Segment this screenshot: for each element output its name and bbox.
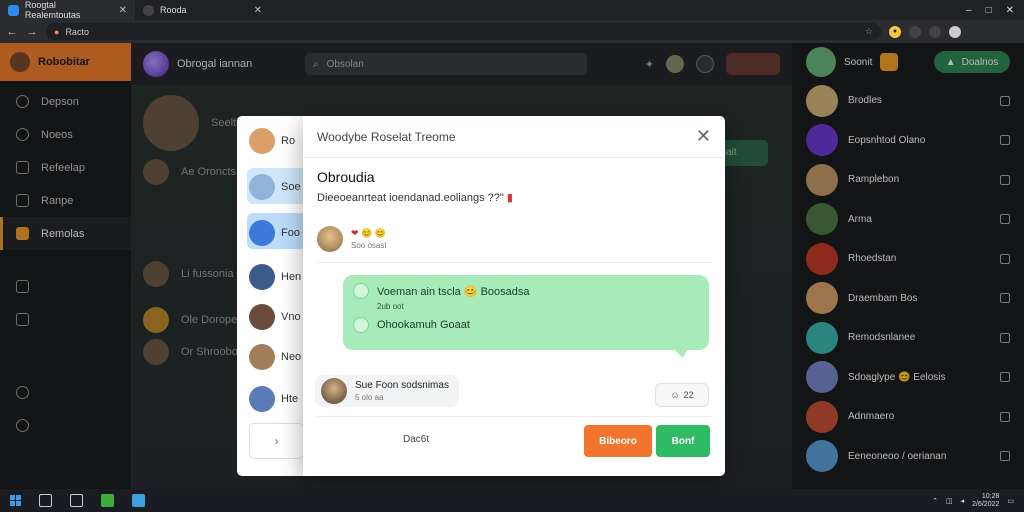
app-icon[interactable] bbox=[101, 494, 114, 507]
conversation-row[interactable]: Hen bbox=[249, 262, 309, 292]
close-icon[interactable]: ✕ bbox=[696, 126, 711, 147]
close-window-icon[interactable]: ✕ bbox=[1006, 5, 1014, 16]
modal-dialog: Woodybe Roselat Treome ✕ Obroudia Dieeoe… bbox=[303, 116, 725, 476]
smile-icon: ☺ bbox=[670, 390, 680, 400]
modal-subtitle-text: Dieeoeanrteat ioendanad.eoliangs ??" bbox=[317, 192, 504, 204]
modal-title: Obroudia bbox=[317, 169, 375, 185]
extension-icon[interactable] bbox=[929, 25, 941, 38]
system-tray: ⌃ ◫ ◂ 10:28 2/6/2022 ▭ bbox=[932, 493, 1014, 509]
bubble-text: Voeman ain tscla 😊 Boosadsa bbox=[377, 285, 530, 298]
browser-tabbar: Roogtal Realemtoutas ✕ Rooda ✕ – □ ✕ bbox=[0, 0, 1024, 20]
app-icon[interactable] bbox=[132, 494, 145, 507]
search-icon[interactable] bbox=[39, 494, 52, 507]
reply-meta: 5 olo aa bbox=[355, 393, 384, 402]
flag-icon: ▮ bbox=[506, 192, 513, 204]
taskbar: ⌃ ◫ ◂ 10:28 2/6/2022 ▭ bbox=[0, 489, 1024, 512]
next-button[interactable]: › bbox=[249, 423, 304, 459]
site-icon bbox=[8, 4, 19, 16]
reaction-icons[interactable]: ❤ 😊 😊 bbox=[351, 228, 387, 239]
conversation-name: Vno bbox=[281, 311, 301, 323]
windows-start-icon[interactable] bbox=[10, 495, 21, 506]
browser-tab-1[interactable]: Roogtal Realemtoutas ✕ bbox=[0, 0, 135, 20]
omnibox-text: Racto bbox=[65, 26, 89, 37]
conversation-name: Ro bbox=[281, 135, 296, 147]
back-icon[interactable]: ← bbox=[6, 26, 18, 38]
message-bubble[interactable]: Voeman ain tscla 😊 Boosadsa 2ub oot Ohoo… bbox=[343, 275, 709, 358]
clock[interactable]: 10:28 2/6/2022 bbox=[972, 493, 999, 509]
confirm-button[interactable]: Bonf bbox=[656, 425, 710, 457]
address-bar: ← → ● Racto ☆ ● bbox=[0, 20, 1024, 43]
bubble-meta: 2ub oot bbox=[377, 302, 404, 311]
avatar bbox=[249, 264, 275, 290]
omnibox[interactable]: ● Racto ☆ bbox=[46, 23, 881, 40]
avatar bbox=[249, 174, 275, 200]
reaction-counter[interactable]: ☺ 22 bbox=[655, 383, 709, 407]
network-icon[interactable]: ◫ bbox=[946, 497, 953, 505]
window-controls: – □ ✕ bbox=[966, 5, 1024, 16]
site-icon bbox=[143, 4, 154, 16]
maximize-icon[interactable]: □ bbox=[986, 5, 992, 16]
browser-tab-2[interactable]: Rooda ✕ bbox=[135, 0, 270, 20]
volume-icon[interactable]: ◂ bbox=[961, 497, 965, 505]
conversation-name: Foo bbox=[281, 227, 300, 239]
star-icon[interactable]: ☆ bbox=[865, 26, 873, 37]
conversation-row[interactable]: Soe bbox=[249, 172, 309, 202]
avatar bbox=[249, 128, 275, 154]
avatar bbox=[249, 304, 275, 330]
sender-time: Soo osast bbox=[351, 241, 387, 250]
bubble-line: Voeman ain tscla 😊 Boosadsa bbox=[353, 283, 699, 299]
chat-icon bbox=[353, 317, 369, 333]
reaction-count: 22 bbox=[683, 390, 694, 400]
divider bbox=[317, 262, 711, 263]
conversation-row[interactable]: Foo bbox=[249, 218, 309, 248]
avatar bbox=[249, 386, 275, 412]
profile-avatar[interactable] bbox=[949, 25, 961, 38]
chevron-up-icon[interactable]: ⌃ bbox=[932, 497, 938, 505]
conversation-name: Hte bbox=[281, 393, 299, 405]
close-icon[interactable]: ✕ bbox=[119, 5, 127, 16]
browser-logo-icon: ● bbox=[54, 26, 60, 37]
chat-icon bbox=[353, 283, 369, 299]
cancel-button[interactable]: Dac6t bbox=[403, 434, 429, 445]
bubble-line: Ohookamuh Goaat bbox=[353, 317, 699, 333]
modal-subtitle: Dieeoeanrteat ioendanad.eoliangs ??" ▮ bbox=[317, 191, 513, 204]
modal-header-title: Woodybe Roselat Treome bbox=[317, 129, 456, 144]
clock-date: 2/6/2022 bbox=[972, 500, 1000, 508]
conversation-name: Hen bbox=[281, 271, 302, 283]
conversation-row[interactable]: Hte bbox=[249, 384, 309, 414]
avatar bbox=[317, 226, 343, 252]
chevron-right-icon: › bbox=[274, 434, 279, 448]
screen: Roogtal Realemtoutas ✕ Rooda ✕ – □ ✕ ← →… bbox=[0, 0, 1024, 512]
conversation-row[interactable]: Neo bbox=[249, 342, 309, 372]
conversation-name: Neo bbox=[281, 351, 302, 363]
bubble-text: Ohookamuh Goaat bbox=[377, 319, 470, 331]
conversation-name: Soe bbox=[281, 181, 301, 193]
reply-preview[interactable]: Sue Foon sodsnimas 5 olo aa bbox=[315, 375, 459, 407]
message-sender: ❤ 😊 😊 Soo osast bbox=[317, 226, 387, 252]
extension-icon[interactable] bbox=[909, 25, 921, 38]
reply-name: Sue Foon sodsnimas bbox=[355, 380, 449, 391]
notification-icon[interactable]: ▭ bbox=[1007, 497, 1014, 505]
avatar bbox=[249, 220, 275, 246]
task-view-icon[interactable] bbox=[70, 494, 83, 507]
clock-time: 10:28 bbox=[981, 492, 1000, 500]
tab-title: Roogtal Realemtoutas bbox=[24, 0, 81, 20]
divider bbox=[317, 416, 711, 417]
close-icon[interactable]: ✕ bbox=[254, 5, 262, 16]
avatar bbox=[321, 378, 347, 404]
minimize-icon[interactable]: – bbox=[966, 5, 972, 16]
avatar bbox=[249, 344, 275, 370]
primary-button[interactable]: Bibeoro bbox=[584, 425, 652, 457]
tab-title: Rooda bbox=[160, 5, 187, 15]
conversation-row[interactable]: Vno bbox=[249, 302, 309, 332]
extension-icon[interactable]: ● bbox=[889, 25, 901, 38]
modal-header: Woodybe Roselat Treome ✕ bbox=[303, 116, 725, 158]
forward-icon[interactable]: → bbox=[26, 26, 38, 38]
conversation-row[interactable]: Ro bbox=[249, 126, 309, 156]
modal-conversation-list: Ro Soe Foo Hen Vno Neo Hte › bbox=[237, 116, 307, 476]
